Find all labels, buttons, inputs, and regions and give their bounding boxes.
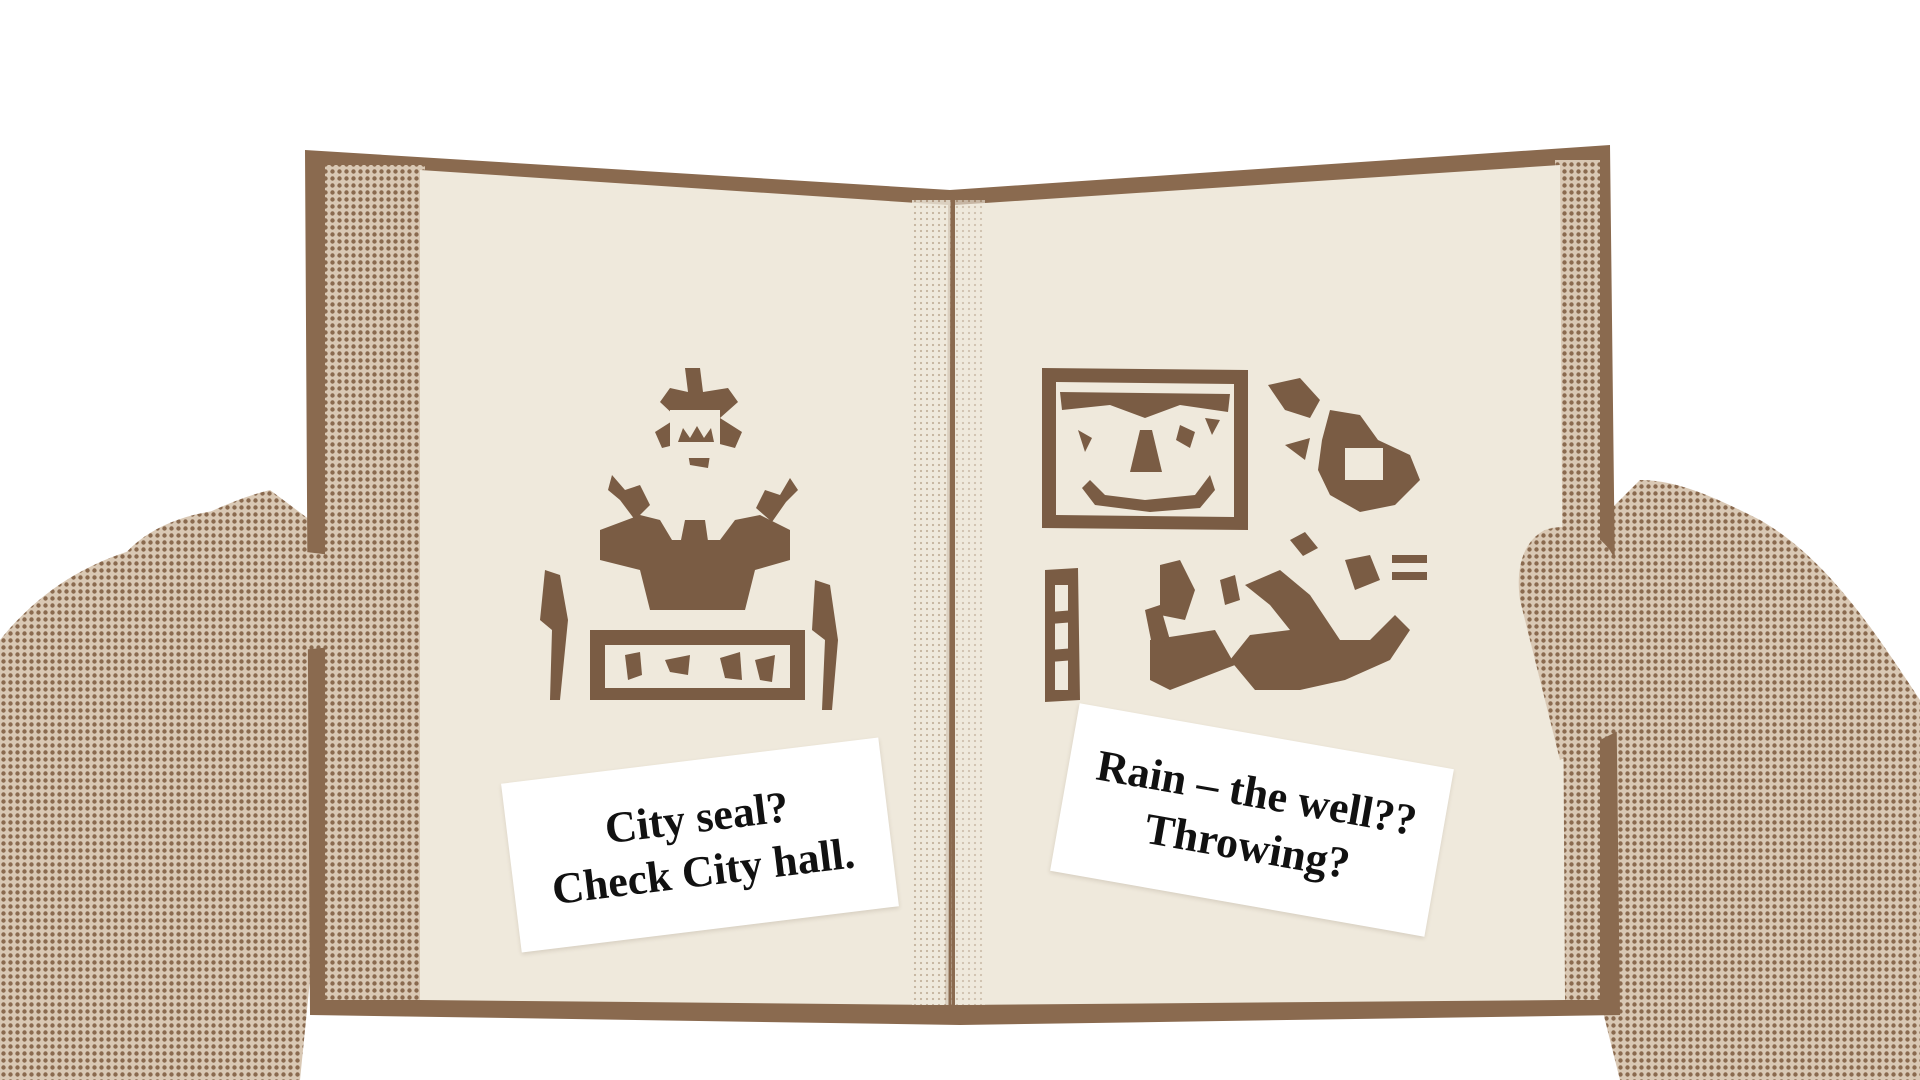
journal-scene: City seal? Check City hall. Rain – the w… [0, 0, 1920, 1080]
open-book-illustration [0, 145, 1920, 1080]
